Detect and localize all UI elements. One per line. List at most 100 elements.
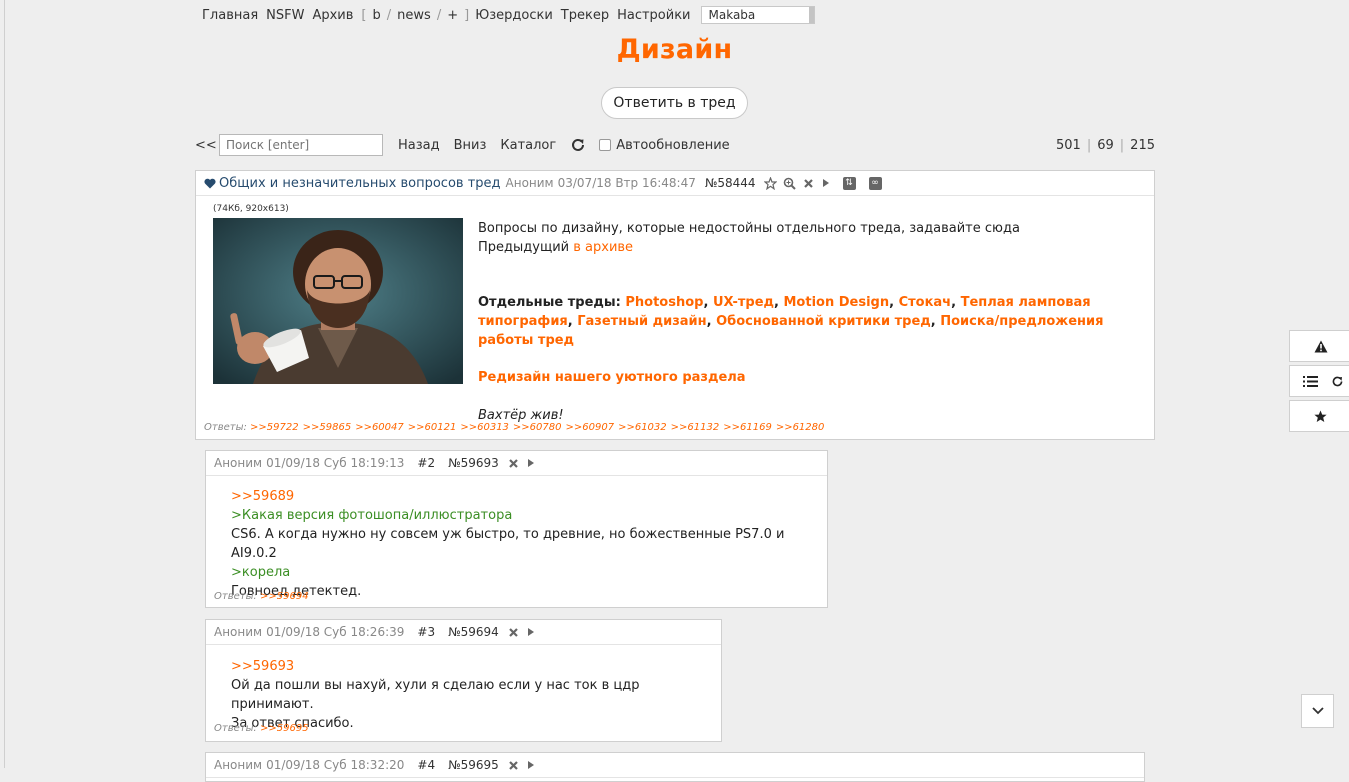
list-icon[interactable]	[1303, 375, 1318, 388]
post-name: Аноним	[214, 625, 263, 639]
nav-nsfw[interactable]: NSFW	[266, 8, 304, 23]
stat-separator: |	[1119, 137, 1125, 153]
autoupdate-checkbox[interactable]	[599, 139, 612, 151]
reply-link[interactable]: >>59695	[260, 723, 309, 734]
thread-toolbar: << Назад Вниз Каталог Автообновление 501…	[195, 134, 1155, 156]
replies-label: Ответы:	[214, 723, 257, 734]
post: Аноним 01/09/18 Суб 18:19:13 #2 №59693 >…	[205, 450, 828, 608]
post-header: Аноним 01/09/18 Суб 18:32:20 #4 №59695	[206, 753, 1144, 778]
op-image-thumbnail[interactable]	[213, 218, 463, 384]
scroll-down-button[interactable]	[1301, 694, 1334, 728]
op-line-2: Предыдущий в архиве	[478, 238, 1138, 257]
reply-thread-button[interactable]: Ответить в тред	[601, 87, 748, 119]
nav-tracker[interactable]: Трекер	[561, 8, 609, 23]
nav-bracket-close: ]	[464, 7, 470, 23]
thread-link-photoshop[interactable]: Photoshop	[625, 295, 703, 310]
play-arrow-icon[interactable]	[527, 458, 535, 468]
archive-link[interactable]: в архиве	[573, 240, 633, 255]
op-post-header: Общих и незначительных вопросов тред Ано…	[196, 171, 1154, 196]
post-text: Ой да пошли вы нахуй, хули я сделаю если…	[231, 678, 640, 712]
reply-link[interactable]: >>61032	[618, 422, 667, 433]
style-select[interactable]: Makaba	[700, 6, 815, 24]
warning-icon	[1314, 340, 1327, 352]
quote-link[interactable]: >>59693	[231, 657, 716, 676]
close-icon[interactable]	[508, 627, 519, 638]
reply-link[interactable]: >>61280	[776, 422, 825, 433]
reply-link[interactable]: >>60047	[355, 422, 404, 433]
thread-link-stock[interactable]: Стокач	[899, 295, 952, 310]
reply-link[interactable]: >>60313	[460, 422, 509, 433]
reply-link[interactable]: >>59722	[250, 422, 299, 433]
post-date: 01/09/18 Суб 18:32:20	[266, 758, 405, 772]
nav-board-news[interactable]: news	[397, 8, 431, 23]
search-input[interactable]	[219, 134, 383, 156]
close-icon[interactable]	[508, 458, 519, 469]
close-icon[interactable]	[508, 760, 519, 771]
nav-bracket-open: [	[361, 7, 367, 23]
post-name: Аноним	[214, 758, 263, 772]
nav-board-b[interactable]: b	[373, 8, 381, 23]
toolbar-down-link[interactable]: Вниз	[454, 138, 487, 153]
nav-userboards[interactable]: Юзердоски	[475, 8, 553, 23]
op-post-number[interactable]: №58444	[705, 176, 756, 190]
toolbar-back-link[interactable]: Назад	[398, 138, 440, 153]
post-date: 01/09/18 Суб 18:19:13	[266, 456, 405, 470]
reply-link[interactable]: >>60907	[566, 422, 615, 433]
op-line-2-text: Предыдущий	[478, 240, 574, 255]
post-replies: Ответы: >>59695	[214, 723, 313, 734]
close-icon[interactable]	[803, 178, 814, 189]
board-title: Дизайн	[616, 34, 733, 65]
thread-link-newspaper[interactable]: Газетный дизайн	[577, 314, 706, 329]
thread-link-ux[interactable]: UX-тред	[713, 295, 774, 310]
star-icon[interactable]	[763, 176, 777, 190]
infinity-icon[interactable]: ∞	[868, 176, 882, 190]
reply-link[interactable]: >>61169	[723, 422, 772, 433]
refresh-icon[interactable]	[570, 137, 586, 153]
back-link[interactable]: <<	[195, 138, 219, 153]
thread-link-motion-design[interactable]: Motion Design	[783, 295, 889, 310]
reply-link[interactable]: >>61132	[671, 422, 720, 433]
stat-posts: 501	[1056, 137, 1081, 153]
report-button[interactable]	[1289, 330, 1349, 362]
greentext: >Какая версия фотошопа/иллюстратора	[231, 508, 513, 523]
magnify-icon[interactable]	[783, 177, 796, 190]
play-arrow-icon[interactable]	[527, 760, 535, 770]
play-arrow-icon[interactable]	[822, 178, 830, 188]
nav-settings[interactable]: Настройки	[617, 8, 690, 23]
stat-posters: 215	[1130, 137, 1155, 153]
nav-archive[interactable]: Архив	[312, 8, 353, 23]
reply-link[interactable]: >>60780	[513, 422, 562, 433]
post-number[interactable]: №59693	[448, 456, 499, 470]
post-number[interactable]: №59695	[448, 758, 499, 772]
top-navigation: Главная NSFW Архив [ b / news / + ] Юзер…	[202, 6, 815, 24]
post-date: 01/09/18 Суб 18:26:39	[266, 625, 405, 639]
nav-home[interactable]: Главная	[202, 8, 258, 23]
post: Аноним 01/09/18 Суб 18:32:20 #4 №59695	[205, 752, 1145, 782]
autoupdate-label: Автообновление	[616, 137, 730, 153]
post: Аноним 01/09/18 Суб 18:26:39 #3 №59694 >…	[205, 619, 722, 742]
post-ordinal: #2	[417, 456, 436, 470]
reply-link[interactable]: >>59694	[260, 591, 309, 602]
play-arrow-icon[interactable]	[527, 627, 535, 637]
post-text: Говноед детектед.	[231, 584, 362, 599]
thread-link-critique[interactable]: Обоснованной критики тред	[716, 314, 931, 329]
heart-icon[interactable]	[204, 178, 216, 189]
post-header: Аноним 01/09/18 Суб 18:19:13 #2 №59693	[206, 451, 827, 476]
post-ordinal: #3	[417, 625, 436, 639]
reply-link[interactable]: >>60121	[408, 422, 457, 433]
favorites-button[interactable]	[1289, 400, 1349, 432]
toolbar-catalog-link[interactable]: Каталог	[500, 138, 556, 153]
quote-link[interactable]: >>59689	[231, 487, 821, 506]
separate-threads-label: Отдельные треды:	[478, 295, 621, 310]
reply-link[interactable]: >>59865	[303, 422, 352, 433]
nav-board-plus[interactable]: +	[447, 8, 458, 23]
post-header: Аноним 01/09/18 Суб 18:26:39 #3 №59694	[206, 620, 721, 645]
redesign-link[interactable]: Редизайн нашего уютного раздела	[478, 368, 1138, 387]
stat-files: 69	[1097, 137, 1114, 153]
sort-icon[interactable]: ⇅	[842, 176, 856, 190]
post-number[interactable]: №59694	[448, 625, 499, 639]
refresh-icon[interactable]	[1331, 375, 1344, 388]
post-name: Аноним	[214, 456, 263, 470]
op-post: Общих и незначительных вопросов тред Ано…	[195, 170, 1155, 440]
thread-list-widget[interactable]	[1289, 365, 1349, 397]
